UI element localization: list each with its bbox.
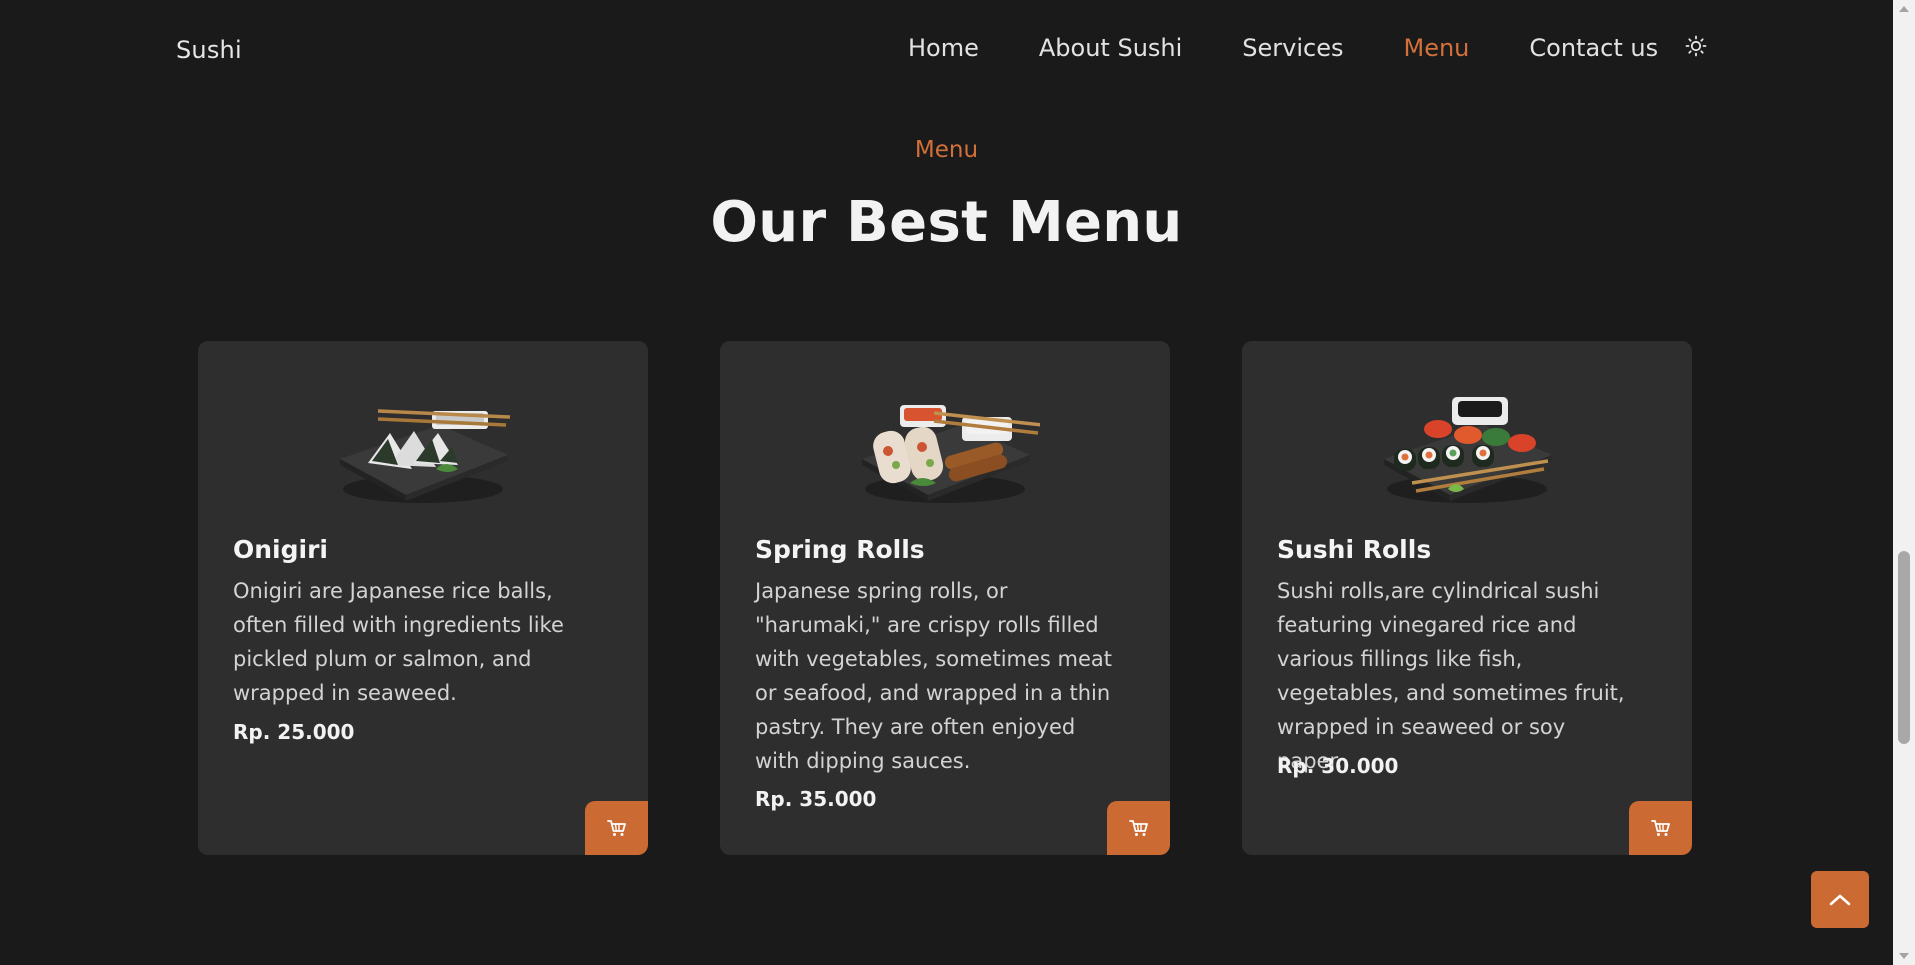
logo[interactable]: Sushi	[176, 36, 242, 64]
main-nav: Home About Sushi Services Menu Contact u…	[908, 34, 1708, 62]
card-description: Japanese spring rolls, or "harumaki," ar…	[755, 579, 1113, 773]
add-to-cart-button[interactable]	[1107, 801, 1170, 855]
add-to-cart-button[interactable]	[585, 801, 648, 855]
page-scrollbar[interactable]	[1893, 0, 1915, 965]
nav-home[interactable]: Home	[908, 34, 979, 62]
sun-icon[interactable]	[1684, 34, 1708, 58]
menu-card-sushi-rolls: Sushi Rolls Sushi rolls,are cylindrical …	[1242, 341, 1692, 855]
nav-services[interactable]: Services	[1242, 34, 1343, 62]
scroll-down-arrow[interactable]	[1893, 947, 1915, 965]
card-title: Sushi Rolls	[1277, 535, 1432, 564]
card-title: Spring Rolls	[755, 535, 925, 564]
card-title: Onigiri	[233, 535, 328, 564]
nav-menu[interactable]: Menu	[1404, 34, 1470, 62]
cart-icon	[1128, 820, 1148, 836]
onigiri-plate-image	[328, 391, 518, 511]
site-header: Sushi Home About Sushi Services Menu Con…	[0, 0, 1893, 104]
sushi-rolls-plate-image	[1372, 391, 1562, 511]
spring-rolls-plate-image	[850, 391, 1043, 511]
section-title: Our Best Menu	[710, 190, 1183, 255]
card-price: Rp. 35.000	[755, 787, 877, 811]
nav-about-sushi[interactable]: About Sushi	[1039, 34, 1182, 62]
card-description: Onigiri are Japanese rice balls, often f…	[233, 579, 564, 705]
scroll-to-top-button[interactable]	[1811, 871, 1869, 928]
chevron-up-icon	[1829, 894, 1851, 905]
section-eyebrow: Menu	[914, 137, 979, 163]
menu-card-onigiri: Onigiri Onigiri are Japanese rice balls,…	[198, 341, 648, 855]
card-price: Rp. 25.000	[233, 720, 355, 744]
menu-card-spring-rolls: Spring Rolls Japanese spring rolls, or "…	[720, 341, 1170, 855]
scrollbar-thumb[interactable]	[1898, 551, 1910, 744]
card-description: Sushi rolls,are cylindrical sushi featur…	[1277, 579, 1625, 773]
nav-contact-us[interactable]: Contact us	[1529, 34, 1658, 62]
card-price: Rp. 30.000	[1277, 754, 1399, 778]
scroll-up-arrow[interactable]	[1893, 0, 1915, 18]
cart-icon	[1650, 820, 1670, 836]
add-to-cart-button[interactable]	[1629, 801, 1692, 855]
cart-icon	[606, 820, 626, 836]
